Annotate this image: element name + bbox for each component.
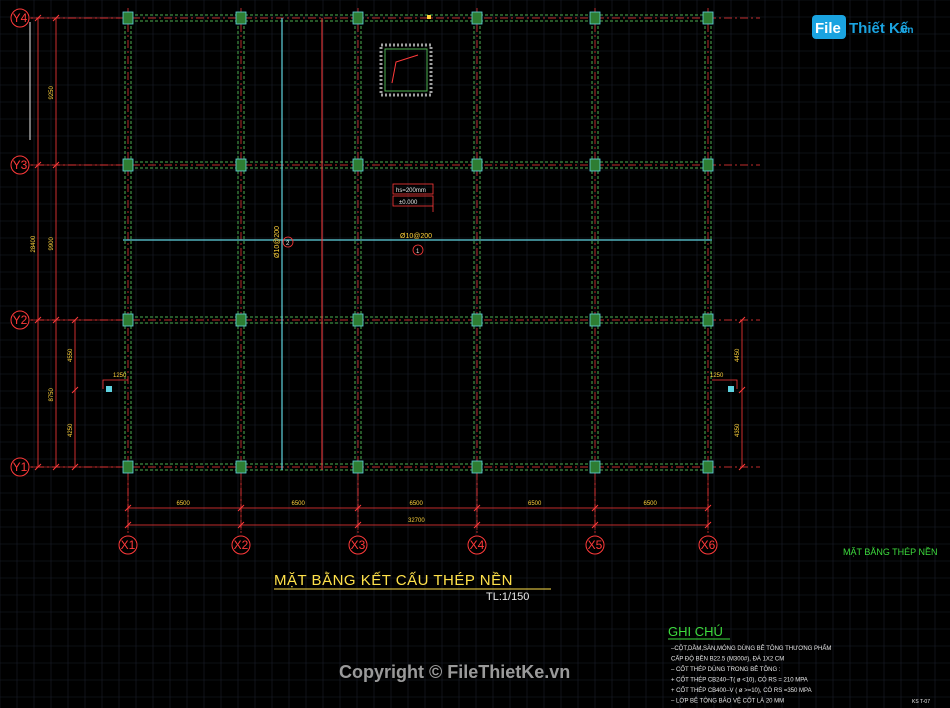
sub-left-dim: 4250: [68, 423, 74, 437]
elevation-label: ±0.000: [399, 200, 418, 206]
column: [352, 11, 364, 25]
rebar-2-label: Ø10@200: [274, 226, 281, 258]
column: [235, 11, 247, 25]
column: [235, 460, 247, 474]
note-line: + CỐT THÉP CB240–T( ø <10), CÓ RS = 210 …: [671, 677, 808, 684]
notes-heading: GHI CHÚ: [668, 624, 723, 639]
span-x-dim: 6500: [177, 501, 191, 507]
note-line: – LỚP BÊ TÔNG BẢO VỆ CỐT LÀ 20 MM: [671, 697, 784, 705]
axis-label-y: Y3: [13, 158, 28, 172]
rebar-2-tag-number: 2: [286, 241, 290, 247]
column: [122, 158, 134, 172]
axis-label-x: X6: [701, 538, 716, 552]
site-logo: File Thiết Kế .vn: [812, 15, 913, 39]
axis-label-x: X1: [121, 538, 136, 552]
axis-bubble-x: X5: [585, 535, 605, 555]
axis-bubble-y: Y1: [10, 457, 30, 477]
beam-lines: [124, 14, 712, 471]
axis-bubble-y: Y2: [10, 310, 30, 330]
column: [352, 460, 364, 474]
drawing-title: MẶT BẰNG KẾT CẤU THÉP NỀN: [274, 571, 513, 589]
rebar-annotations: Ø10@200 1 Ø10@200 2: [274, 226, 432, 258]
sub-left-dim: 4550: [68, 348, 74, 362]
column: [702, 158, 714, 172]
column: [235, 313, 247, 327]
column: [702, 313, 714, 327]
logo-word-file: File: [815, 20, 841, 37]
floor-opening: [379, 15, 433, 97]
span-x-dim: 6500: [644, 501, 658, 507]
axis-bubble-x: X3: [348, 535, 368, 555]
column: [352, 313, 364, 327]
columns: [122, 11, 714, 474]
notes-block: GHI CHÚ –CỘT,DẦM,SÀN,MÓNG DÙNG BÊ TÔNG T…: [668, 624, 831, 705]
span-y-dim: 9250: [49, 85, 55, 99]
axis-label-x: X5: [588, 538, 603, 552]
column: [702, 11, 714, 25]
column: [589, 460, 601, 474]
column: [589, 313, 601, 327]
column: [471, 460, 483, 474]
note-line: – CỐT THÉP DÙNG TRONG BÊ TÔNG :: [671, 665, 781, 673]
drawing-canvas: 6500 6500 6500 6500 6500 32700 9250 9900 8750 284…: [0, 0, 950, 708]
axis-bubble-y: Y3: [10, 155, 30, 175]
span-x-dim: 6500: [410, 501, 424, 507]
span-y-dim: 8750: [49, 387, 55, 401]
note-line: –CỘT,DẦM,SÀN,MÓNG DÙNG BÊ TÔNG THƯƠNG PH…: [671, 644, 831, 652]
total-x-dim: 32700: [408, 518, 425, 524]
rebar-1-tag-number: 1: [416, 249, 420, 255]
axis-label-x: X3: [351, 538, 366, 552]
column: [235, 158, 247, 172]
copyright-watermark: Copyright © FileThietKe.vn: [339, 662, 570, 682]
total-y-dim: 28400: [31, 235, 37, 252]
span-x-dim: 6500: [528, 501, 542, 507]
axis-label-y: Y2: [13, 313, 28, 327]
ext-left-dim: 1250: [113, 373, 127, 379]
column: [589, 158, 601, 172]
column: [352, 158, 364, 172]
slab-thickness-callout: hs=200mm ±0.000: [392, 183, 434, 212]
sheet-code: KS T-07: [912, 699, 930, 705]
grid-axis-bubbles: X1 X2 X3 X4 X5 X6 Y4 Y3 Y2 Y1: [10, 8, 718, 555]
column: [702, 460, 714, 474]
rebar-1-label: Ø10@200: [400, 233, 432, 240]
axis-label-y: Y1: [13, 460, 28, 474]
column: [471, 11, 483, 25]
side-title: MẶT BẰNG THÉP NỀN: [843, 547, 938, 557]
axis-label-x: X2: [234, 538, 249, 552]
column: [122, 460, 134, 474]
drawing-scale: TL:1/150: [486, 591, 529, 603]
dimension-lines: 6500 6500 6500 6500 6500 32700 9250 9900 8750 284…: [30, 14, 746, 530]
span-y-dim: 9900: [49, 236, 55, 250]
logo-suffix: .vn: [899, 25, 913, 36]
ext-right-dim: 1250: [710, 373, 724, 379]
note-line: CẤP ĐỘ BỀN B22.5 (M300#), ĐÁ 1X2 CM: [671, 656, 784, 663]
slab-thickness-label: hs=200mm: [396, 188, 426, 194]
column: [122, 11, 134, 25]
drawing-title-block: MẶT BẰNG KẾT CẤU THÉP NỀN TL:1/150 MẶT B…: [274, 547, 938, 603]
rebar-lines: [29, 18, 712, 470]
axis-label-y: Y4: [13, 11, 28, 25]
axis-bubble-x: X2: [231, 535, 251, 555]
sub-right-dim: 4350: [735, 423, 741, 437]
side-markers: 1250 1250: [102, 373, 738, 392]
column: [471, 158, 483, 172]
axis-bubble-x: X6: [698, 535, 718, 555]
sub-right-dim: 4450: [735, 348, 741, 362]
span-x-dim: 6500: [292, 501, 306, 507]
axis-bubble-x: X4: [467, 535, 487, 555]
column: [122, 313, 134, 327]
axis-bubble-x: X1: [118, 535, 138, 555]
axis-bubble-y: Y4: [10, 8, 30, 28]
note-line: + CỐT THÉP CB400–V ( ø >=10), CÓ RS =350…: [671, 687, 812, 694]
axis-label-x: X4: [470, 538, 485, 552]
background-grid: [0, 0, 950, 708]
column: [589, 11, 601, 25]
column: [471, 313, 483, 327]
